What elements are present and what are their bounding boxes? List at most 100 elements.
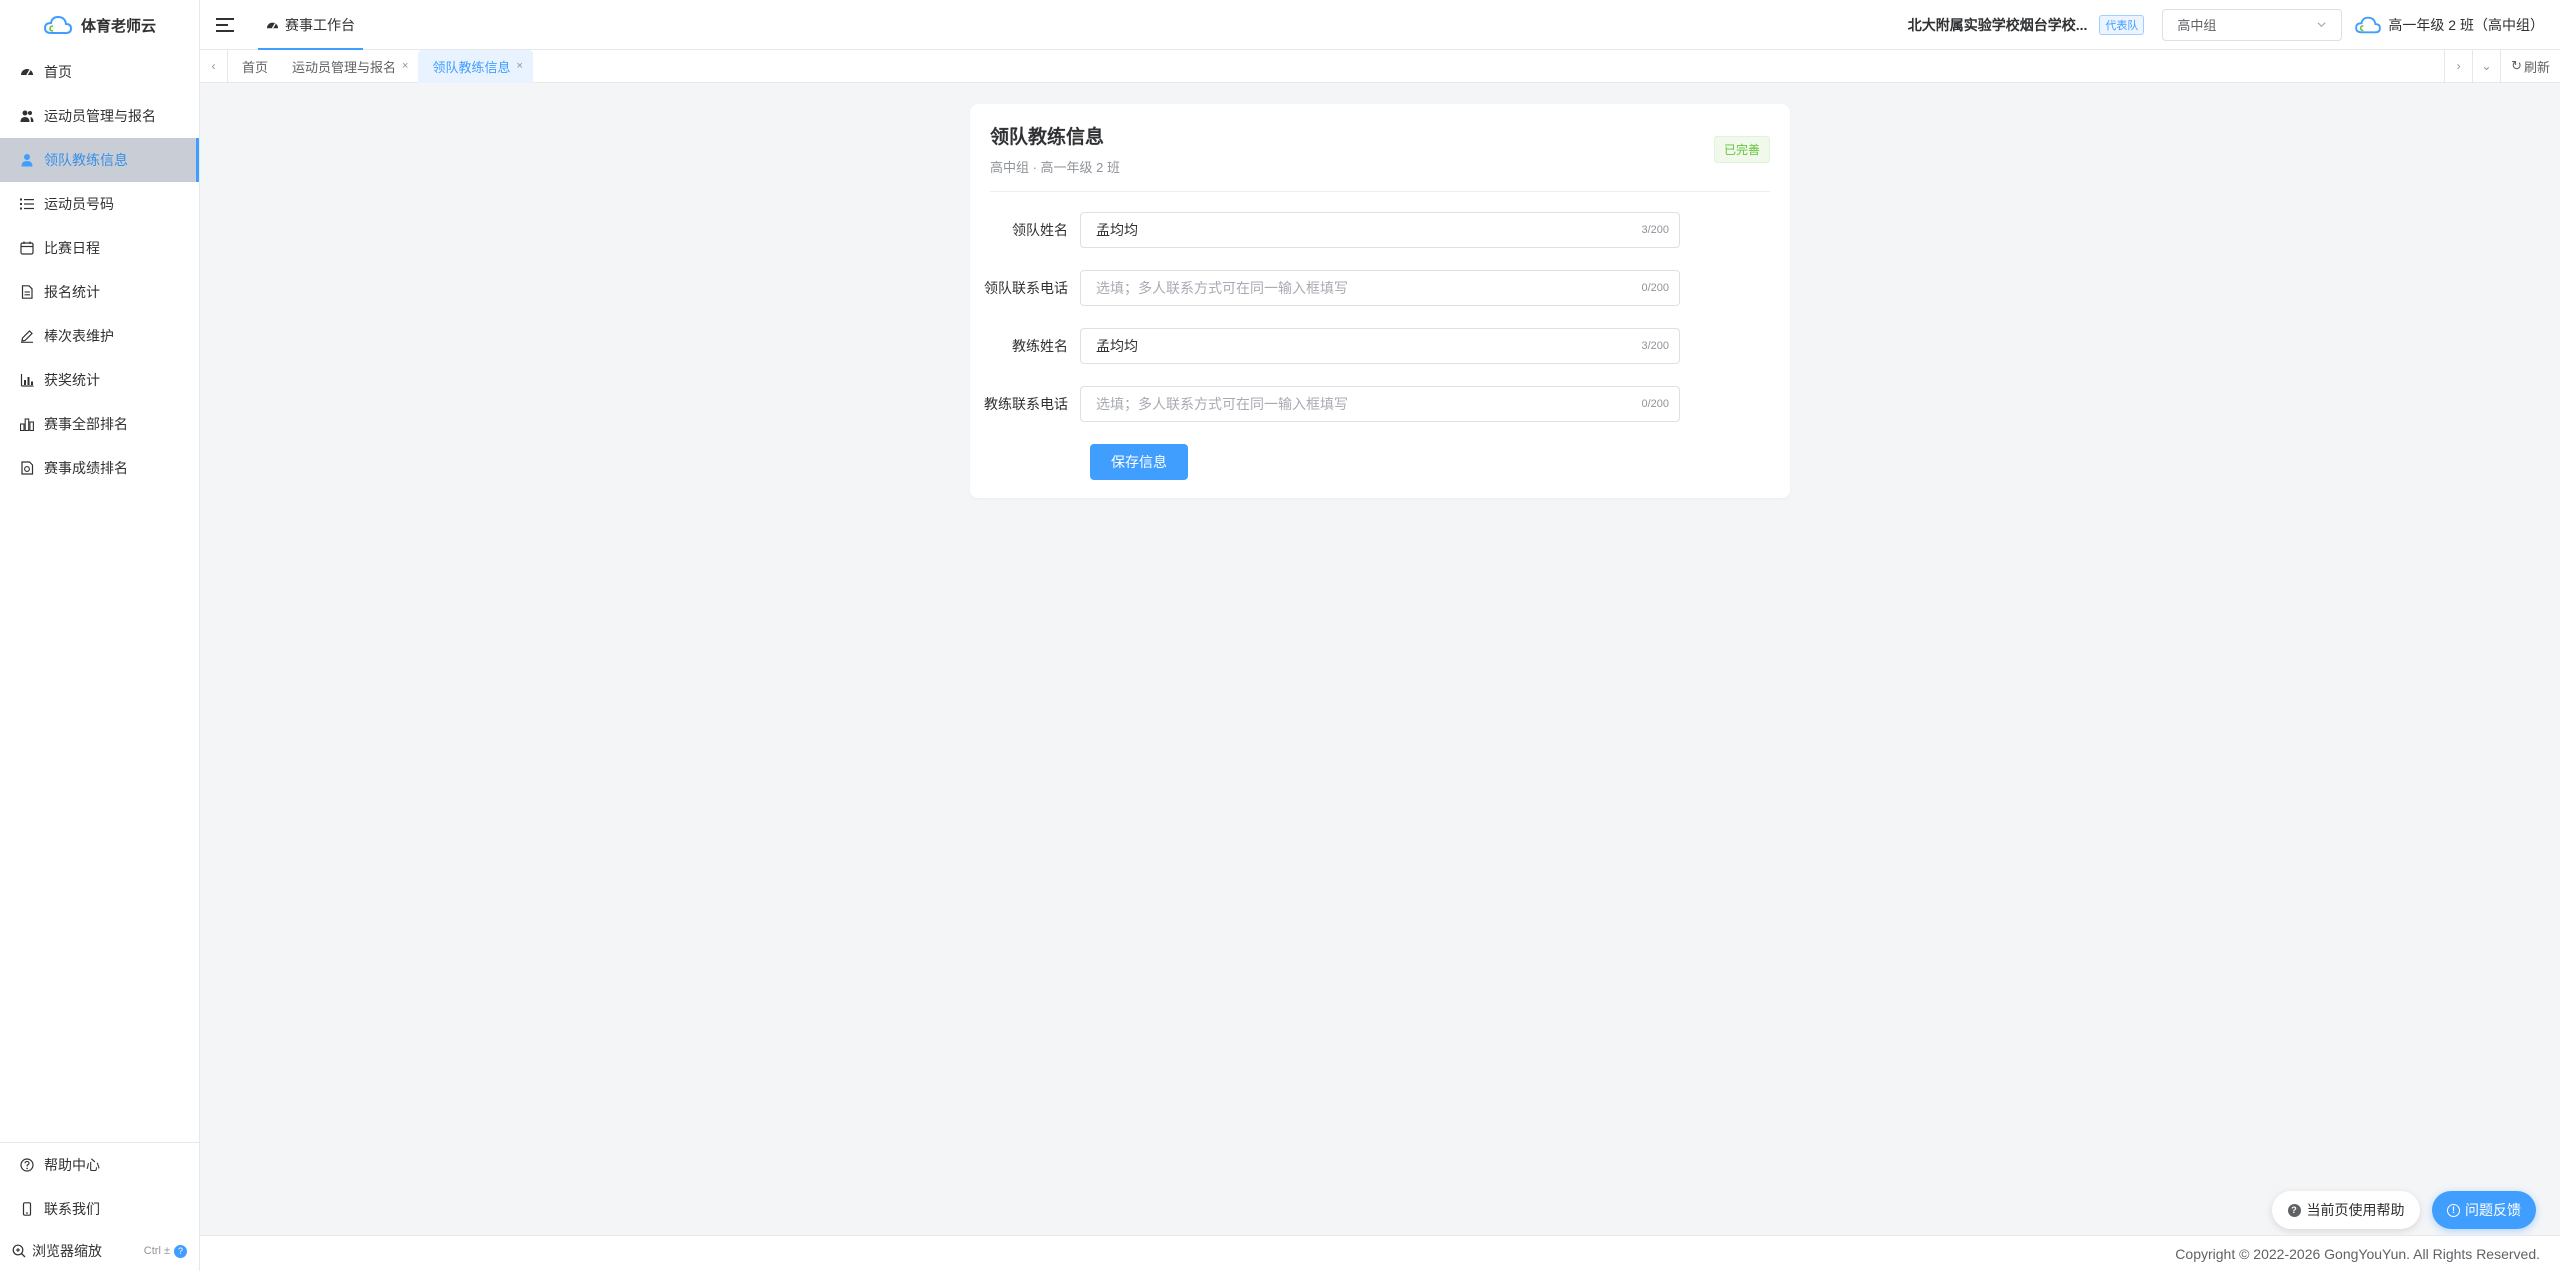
page-help-button[interactable]: ? 当前页使用帮助 <box>2272 1191 2420 1229</box>
leader-name-field[interactable]: 3/200 <box>1080 212 1680 248</box>
tabs-dropdown-icon[interactable]: ⌄ <box>2472 49 2500 83</box>
user-icon <box>20 153 34 167</box>
tab-athletes[interactable]: 运动员管理与报名 × <box>278 50 418 83</box>
alert-circle-icon: ! <box>2447 1203 2460 1217</box>
browser-zoom-label: 浏览器缩放 <box>32 1243 102 1259</box>
leader-phone-input[interactable] <box>1096 280 1642 296</box>
dashboard-icon <box>20 65 34 79</box>
tab-label: 领队教练信息 <box>432 59 511 75</box>
users-icon <box>20 109 34 123</box>
tabs-scroll-left-icon[interactable]: ‹ <box>200 49 228 83</box>
school-name: 北大附属实验学校烟台学校... <box>1907 16 2088 33</box>
list-icon <box>20 197 34 211</box>
calendar-icon <box>20 241 34 255</box>
sidebar-item-athletes[interactable]: 运动员管理与报名 <box>0 94 199 138</box>
sidebar-item-schedule[interactable]: 比赛日程 <box>0 226 199 270</box>
coach-phone-field[interactable]: 0/200 <box>1080 386 1680 422</box>
sidebar-item-score-ranking[interactable]: 赛事成绩排名 <box>0 446 199 490</box>
info-icon[interactable]: ? <box>174 1244 187 1258</box>
tabs-actions: › ⌄ ↻ 刷新 <box>2444 49 2560 83</box>
browser-zoom-row[interactable]: 浏览器缩放 Ctrl ± ? <box>0 1231 199 1271</box>
sidebar-item-label: 棒次表维护 <box>44 328 114 344</box>
document-icon <box>20 285 34 299</box>
leader-name-label: 领队姓名 <box>1012 222 1068 238</box>
feedback-label: 问题反馈 <box>2465 1202 2521 1218</box>
save-button[interactable]: 保存信息 <box>1090 444 1188 480</box>
tab-leader-coach[interactable]: 领队教练信息 × <box>418 49 533 83</box>
help-center-label: 帮助中心 <box>44 1157 100 1173</box>
leader-phone-field[interactable]: 0/200 <box>1080 270 1680 306</box>
coach-phone-input[interactable] <box>1096 396 1642 412</box>
sidebar-item-all-ranking[interactable]: 赛事全部排名 <box>0 402 199 446</box>
tab-label: 运动员管理与报名 <box>292 59 397 75</box>
refresh-button[interactable]: ↻ 刷新 <box>2500 49 2560 83</box>
status-badge: 已完善 <box>1713 136 1770 163</box>
close-icon[interactable]: × <box>516 60 522 72</box>
copyright-text: Copyright © 2022-2026 GongYouYun. All Ri… <box>2175 1245 2540 1262</box>
form-row-leader-name: 领队姓名 3/200 <box>970 212 1790 270</box>
team-badge: 代表队 <box>2099 14 2145 35</box>
char-count: 3/200 <box>1641 224 1669 236</box>
card-header: 领队教练信息 高中组 · 高一年级 2 班 已完善 <box>990 122 1770 192</box>
ranking-icon <box>20 417 34 431</box>
sidebar-item-label: 首页 <box>44 64 72 80</box>
close-icon[interactable]: × <box>402 60 408 72</box>
top-bar: 赛事工作台 北大附属实验学校烟台学校... 代表队 高中组 高一年级 2 班（高… <box>200 0 2560 50</box>
sidebar-bottom: 帮助中心 联系我们 浏览器缩放 Ctrl ± ? <box>0 1142 199 1271</box>
phone-icon <box>20 1202 34 1216</box>
zoom-shortcut: Ctrl ± <box>143 1245 170 1257</box>
page-title: 领队教练信息 <box>990 127 1105 148</box>
form-row-leader-phone: 领队联系电话 0/200 <box>970 270 1790 328</box>
group-select-value: 高中组 <box>2177 18 2217 33</box>
sidebar-item-label: 赛事成绩排名 <box>44 460 128 476</box>
footer: Copyright © 2022-2026 GongYouYun. All Ri… <box>200 1235 2560 1271</box>
refresh-icon: ↻ <box>2511 58 2522 73</box>
refresh-label: 刷新 <box>2523 59 2550 75</box>
tab-event-workbench[interactable]: 赛事工作台 <box>258 0 363 50</box>
sidebar-item-label: 比赛日程 <box>44 240 100 256</box>
contact-us-label: 联系我们 <box>44 1201 100 1217</box>
feedback-button[interactable]: ! 问题反馈 <box>2432 1191 2536 1229</box>
tab-home[interactable]: 首页 <box>228 50 278 83</box>
top-tab-label: 赛事工作台 <box>285 16 355 33</box>
app-logo[interactable]: 体育老师云 <box>0 0 199 50</box>
zoom-icon <box>12 1244 26 1258</box>
sidebar-nav: 首页 运动员管理与报名 领队教练信息 运动员号码 比赛日程 报名统计 棒次表维护 <box>0 50 199 490</box>
coach-phone-label: 教练联系电话 <box>984 396 1068 412</box>
coach-name-field[interactable]: 3/200 <box>1080 328 1680 364</box>
tabs-scroll-right-icon[interactable]: › <box>2444 49 2472 83</box>
form-row-coach-phone: 教练联系电话 0/200 <box>970 386 1790 444</box>
chevron-down-icon <box>2317 22 2327 28</box>
user-name: 高一年级 2 班（高中组） <box>2388 16 2544 33</box>
coach-name-label: 教练姓名 <box>1012 338 1068 354</box>
contact-us-link[interactable]: 联系我们 <box>0 1187 199 1231</box>
sidebar-item-label: 领队教练信息 <box>44 152 128 168</box>
group-select[interactable]: 高中组 <box>2162 8 2343 41</box>
menu-toggle-icon[interactable] <box>216 17 234 32</box>
cloud-logo-icon <box>43 15 72 34</box>
sidebar-item-awards[interactable]: 获奖统计 <box>0 358 199 402</box>
app-name: 体育老师云 <box>80 17 156 35</box>
visited-tabs-bar: ‹ 首页 运动员管理与报名 × 领队教练信息 × › ⌄ ↻ 刷新 <box>200 49 2560 83</box>
user-menu[interactable]: 高一年级 2 班（高中组） <box>2354 14 2544 36</box>
sidebar-item-leader-coach[interactable]: 领队教练信息 <box>0 138 199 182</box>
sidebar-item-label: 获奖统计 <box>44 372 100 388</box>
sidebar-item-registration-stats[interactable]: 报名统计 <box>0 270 199 314</box>
coach-name-input[interactable] <box>1096 338 1642 354</box>
help-center-link[interactable]: 帮助中心 <box>0 1143 199 1187</box>
sidebar-item-relay-table[interactable]: 棒次表维护 <box>0 314 199 358</box>
form-row-coach-name: 教练姓名 3/200 <box>970 328 1790 386</box>
sidebar-item-home[interactable]: 首页 <box>0 50 199 94</box>
char-count: 0/200 <box>1641 282 1669 294</box>
sidebar-item-label: 运动员号码 <box>44 196 114 212</box>
score-icon <box>20 461 34 475</box>
chart-icon <box>20 373 34 387</box>
sidebar-item-label: 运动员管理与报名 <box>44 108 156 124</box>
leader-name-input[interactable] <box>1096 222 1642 238</box>
tab-label: 首页 <box>242 59 269 75</box>
cloud-avatar-icon <box>2355 16 2382 33</box>
sidebar-item-athlete-number[interactable]: 运动员号码 <box>0 182 199 226</box>
question-circle-icon <box>20 1158 34 1172</box>
leader-coach-form: 领队姓名 3/200 领队联系电话 0/200 教练姓名 3/200 教练联系电… <box>970 212 1790 480</box>
page-help-label: 当前页使用帮助 <box>2306 1202 2405 1218</box>
